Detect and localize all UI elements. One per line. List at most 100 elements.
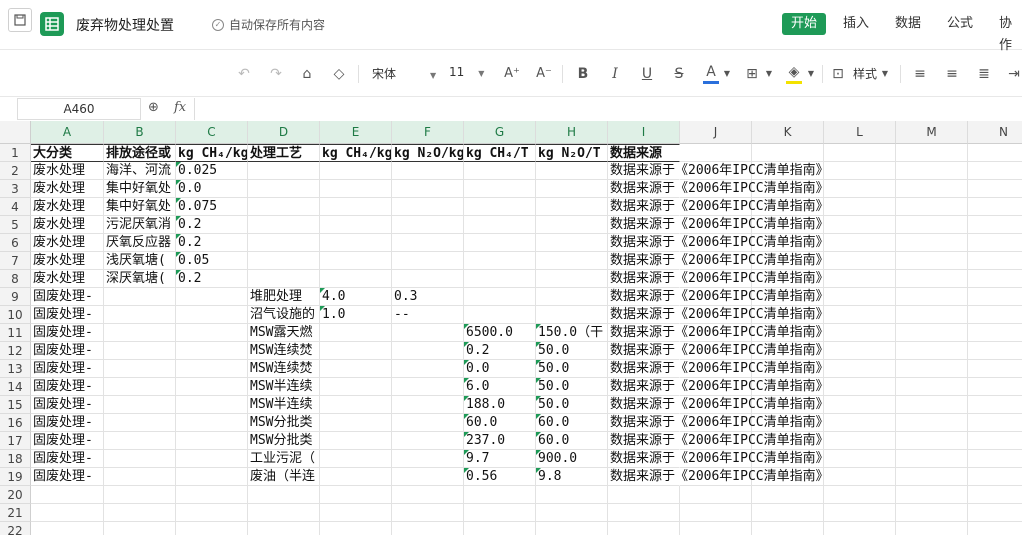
table-cell[interactable] [968, 252, 1022, 270]
table-cell[interactable]: -- [392, 306, 464, 324]
table-cell[interactable]: kg CH₄/T [464, 144, 536, 162]
table-cell[interactable]: 50.0 [536, 360, 608, 378]
table-cell[interactable] [31, 522, 104, 535]
table-cell[interactable] [968, 378, 1022, 396]
column-header-l[interactable]: L [824, 121, 896, 144]
table-cell[interactable] [680, 486, 752, 504]
table-cell[interactable]: 废水处理 [31, 270, 104, 288]
table-cell[interactable]: 数据来源于《2006年IPCC清单指南》 [608, 252, 829, 270]
table-cell[interactable] [248, 486, 320, 504]
row-header[interactable]: 10 [0, 306, 31, 324]
table-cell[interactable] [248, 504, 320, 522]
table-cell[interactable] [824, 216, 896, 234]
table-cell[interactable] [320, 234, 392, 252]
table-cell[interactable] [968, 234, 1022, 252]
table-cell[interactable] [896, 396, 968, 414]
table-cell[interactable] [824, 270, 896, 288]
table-cell[interactable] [464, 234, 536, 252]
table-cell[interactable] [680, 504, 752, 522]
table-cell[interactable] [104, 360, 176, 378]
table-cell[interactable] [824, 144, 896, 162]
table-cell[interactable] [320, 162, 392, 180]
table-cell[interactable] [464, 198, 536, 216]
table-cell[interactable] [392, 162, 464, 180]
table-cell[interactable] [896, 288, 968, 306]
style-icon[interactable]: ⊡ [830, 64, 846, 84]
table-cell[interactable]: 工业污泥（ [248, 450, 320, 468]
table-cell[interactable] [176, 468, 248, 486]
table-cell[interactable] [824, 468, 896, 486]
table-cell[interactable] [104, 414, 176, 432]
table-cell[interactable] [104, 378, 176, 396]
table-cell[interactable]: kg CH₄/kg [320, 144, 392, 162]
row-header[interactable]: 6 [0, 234, 31, 252]
table-cell[interactable]: 4.0 [320, 288, 392, 306]
table-cell[interactable]: 数据来源于《2006年IPCC清单指南》 [608, 360, 829, 378]
table-cell[interactable]: kg N₂O/T [536, 144, 608, 162]
table-cell[interactable] [176, 378, 248, 396]
row-header[interactable]: 19 [0, 468, 31, 486]
border-icon[interactable]: ⊞ [744, 64, 760, 84]
table-cell[interactable] [896, 450, 968, 468]
align-right-icon[interactable]: ⇥ [1006, 64, 1022, 84]
row-header[interactable]: 16 [0, 414, 31, 432]
table-cell[interactable]: 集中好氧处 [104, 180, 176, 198]
table-cell[interactable]: 0.0 [464, 360, 536, 378]
bold-icon[interactable]: B [576, 64, 590, 84]
table-cell[interactable]: 0.2 [176, 234, 248, 252]
table-cell[interactable] [824, 486, 896, 504]
table-cell[interactable]: 数据来源于《2006年IPCC清单指南》 [608, 288, 829, 306]
table-cell[interactable] [176, 486, 248, 504]
column-header-n[interactable]: N [968, 121, 1022, 144]
table-cell[interactable] [896, 180, 968, 198]
column-header-h[interactable]: H [536, 121, 608, 144]
font-name-select[interactable]: 宋体 ▼ [372, 65, 436, 82]
row-header[interactable]: 20 [0, 486, 31, 504]
table-cell[interactable]: 固废处理- [31, 324, 104, 342]
table-cell[interactable]: 浅厌氧塘( [104, 252, 176, 270]
table-cell[interactable] [536, 198, 608, 216]
table-cell[interactable] [320, 432, 392, 450]
table-cell[interactable] [392, 180, 464, 198]
table-cell[interactable] [392, 432, 464, 450]
table-cell[interactable] [464, 504, 536, 522]
table-cell[interactable] [392, 522, 464, 535]
table-cell[interactable] [968, 162, 1022, 180]
table-cell[interactable] [392, 450, 464, 468]
table-cell[interactable] [104, 396, 176, 414]
row-header[interactable]: 13 [0, 360, 31, 378]
row-header[interactable]: 4 [0, 198, 31, 216]
table-cell[interactable]: 废油（半连 [248, 468, 320, 486]
table-cell[interactable] [392, 360, 464, 378]
table-cell[interactable] [392, 378, 464, 396]
table-cell[interactable]: 237.0 [464, 432, 536, 450]
table-cell[interactable] [824, 342, 896, 360]
table-cell[interactable]: 900.0 [536, 450, 608, 468]
table-cell[interactable]: 数据来源于《2006年IPCC清单指南》 [608, 198, 829, 216]
table-cell[interactable] [320, 180, 392, 198]
row-header[interactable]: 15 [0, 396, 31, 414]
table-cell[interactable] [536, 234, 608, 252]
table-cell[interactable] [824, 306, 896, 324]
table-cell[interactable] [536, 486, 608, 504]
table-cell[interactable] [824, 198, 896, 216]
table-cell[interactable]: 数据来源于《2006年IPCC清单指南》 [608, 324, 829, 342]
row-header[interactable]: 2 [0, 162, 31, 180]
table-cell[interactable] [824, 360, 896, 378]
table-cell[interactable] [464, 252, 536, 270]
table-cell[interactable] [896, 162, 968, 180]
chevron-down-icon[interactable]: ▼ [764, 64, 774, 84]
table-cell[interactable] [752, 144, 824, 162]
table-cell[interactable] [752, 504, 824, 522]
table-cell[interactable]: 0.025 [176, 162, 248, 180]
table-cell[interactable] [824, 180, 896, 198]
table-cell[interactable] [392, 468, 464, 486]
italic-icon[interactable]: I [608, 64, 622, 84]
table-cell[interactable] [680, 522, 752, 535]
table-cell[interactable] [320, 216, 392, 234]
table-cell[interactable] [320, 198, 392, 216]
table-cell[interactable] [896, 198, 968, 216]
table-cell[interactable] [536, 270, 608, 288]
table-cell[interactable]: 0.0 [176, 180, 248, 198]
table-cell[interactable] [176, 450, 248, 468]
